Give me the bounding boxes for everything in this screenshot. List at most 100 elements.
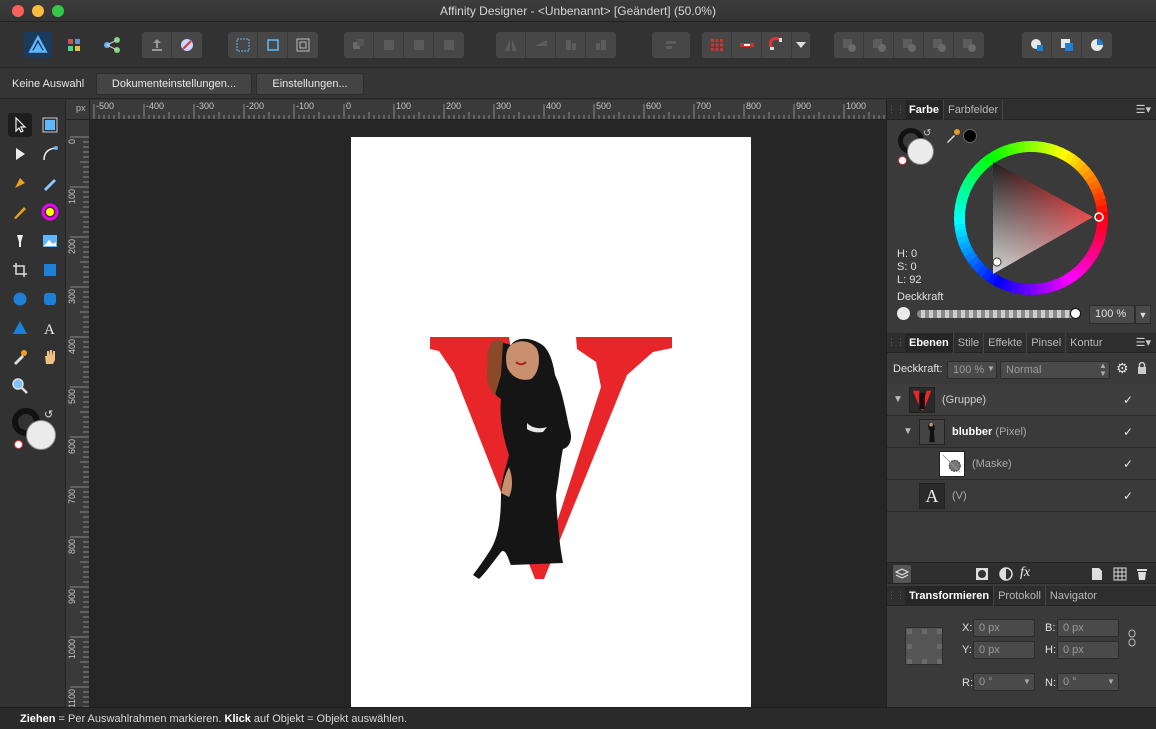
align-icon[interactable]	[652, 32, 690, 58]
xor-boolean-icon[interactable]	[924, 32, 954, 58]
opacity-slider-handle[interactable]	[1070, 308, 1081, 319]
expand-layer-icon[interactable]: ▼	[903, 426, 913, 437]
no-color-icon[interactable]	[14, 440, 23, 449]
expand-group-icon[interactable]: ▼	[893, 394, 903, 405]
fill-swatch[interactable]	[26, 420, 56, 450]
move-back-one-icon[interactable]	[374, 32, 404, 58]
pencil-tool-icon[interactable]	[38, 171, 62, 195]
artwork[interactable]	[351, 137, 751, 707]
add-pixel-layer-icon[interactable]	[1113, 567, 1127, 581]
designer-persona-icon[interactable]	[24, 32, 52, 58]
width-field[interactable]: 0 px	[1057, 619, 1119, 637]
blend-mode-select[interactable]: Normal	[1000, 361, 1110, 379]
divide-boolean-icon[interactable]	[954, 32, 984, 58]
opacity-dropdown-icon[interactable]: ▼	[1135, 305, 1151, 324]
visibility-checkbox[interactable]: ✓	[1123, 425, 1137, 439]
visibility-checkbox[interactable]: ✓	[1123, 457, 1137, 471]
layer-row-pixel[interactable]: ▼ blubber (Pixel) ✓	[887, 416, 1156, 448]
transparency-tool-icon[interactable]	[8, 229, 32, 253]
tab-transform[interactable]: Transformieren	[905, 585, 995, 606]
tab-swatches[interactable]: Farbfelder	[944, 99, 1004, 120]
artboard-page[interactable]	[351, 137, 751, 707]
unshare-button[interactable]	[172, 32, 202, 58]
insert-top-icon[interactable]	[1052, 32, 1082, 58]
move-tool-icon[interactable]	[8, 113, 32, 137]
color-panel-none-icon[interactable]	[898, 156, 907, 165]
insert-inside-icon[interactable]	[1082, 32, 1112, 58]
flip-horizontal-icon[interactable]	[496, 32, 526, 58]
rectangle-tool-icon[interactable]	[38, 258, 62, 282]
corner-tool-icon[interactable]	[38, 142, 62, 166]
opacity-value-field[interactable]: 100 %	[1089, 305, 1135, 324]
layer-opacity-dropdown-icon[interactable]: ▼	[987, 364, 995, 373]
tab-effects[interactable]: Effekte	[984, 332, 1028, 353]
triangle-tool-icon[interactable]	[8, 316, 32, 340]
layer-row-text[interactable]: A (V) ✓	[887, 480, 1156, 512]
rotation-dropdown-icon[interactable]: ▼	[1023, 677, 1031, 686]
link-proportions-icon[interactable]	[1127, 629, 1137, 647]
zoom-tool-icon[interactable]	[8, 374, 32, 398]
panel-menu-icon[interactable]: ☰▾	[1136, 103, 1151, 116]
visibility-checkbox[interactable]: ✓	[1123, 489, 1137, 503]
vector-brush-tool-icon[interactable]	[8, 200, 32, 224]
panel-grip-icon[interactable]: ⋮⋮	[887, 586, 905, 606]
move-to-front-icon[interactable]	[434, 32, 464, 58]
add-layer-icon[interactable]	[1091, 567, 1103, 581]
pixel-snap-icon[interactable]	[732, 32, 762, 58]
visibility-checkbox[interactable]: ✓	[1123, 393, 1137, 407]
snapping-dropdown-icon[interactable]	[792, 32, 810, 58]
layer-settings-gear-icon[interactable]: ⚙	[1116, 360, 1129, 377]
subtract-boolean-icon[interactable]	[864, 32, 894, 58]
move-forward-one-icon[interactable]	[404, 32, 434, 58]
layer-row-group[interactable]: ▼ (Gruppe) ✓	[887, 384, 1156, 416]
document-canvas[interactable]	[90, 120, 886, 707]
color-wheel[interactable]	[953, 140, 1109, 296]
rotate-right-icon[interactable]	[586, 32, 616, 58]
export-persona-icon[interactable]	[98, 32, 126, 58]
layer-lock-icon[interactable]	[1137, 361, 1147, 374]
opacity-slider[interactable]	[917, 310, 1079, 318]
add-fx-icon[interactable]: fx	[1020, 565, 1030, 581]
grid-icon[interactable]	[702, 32, 732, 58]
vertical-ruler[interactable]: 0 100 200 300 400 500 600 700 800 900 1000 1100	[66, 120, 90, 707]
node-tool-icon[interactable]	[8, 142, 32, 166]
artistic-text-tool-icon[interactable]: A	[38, 316, 62, 340]
snapping-magnet-icon[interactable]	[762, 32, 792, 58]
woman-photo-pixel-layer[interactable]	[473, 338, 571, 579]
flip-vertical-icon[interactable]	[526, 32, 556, 58]
view-tool-icon[interactable]	[38, 345, 62, 369]
horizontal-ruler[interactable]: -500 -400 -300 -200 -100 0 100 200 300 400 500 600 7…	[90, 100, 886, 120]
add-adjustment-icon[interactable]	[999, 567, 1013, 581]
height-field[interactable]: 0 px	[1057, 641, 1119, 659]
move-to-back-icon[interactable]	[344, 32, 374, 58]
panel-grip-icon[interactable]: ⋮⋮	[887, 100, 905, 120]
invert-selection-icon[interactable]	[288, 32, 318, 58]
anchor-point-selector[interactable]	[905, 627, 943, 665]
add-mask-icon[interactable]	[975, 567, 989, 581]
settings-button[interactable]: Einstellungen...	[256, 73, 364, 95]
y-field[interactable]: 0 px	[973, 641, 1035, 659]
swap-colors-icon[interactable]: ↺	[44, 408, 53, 421]
intersect-boolean-icon[interactable]	[894, 32, 924, 58]
tab-stroke[interactable]: Kontur	[1066, 333, 1106, 353]
color-panel-swap-icon[interactable]: ↺	[923, 128, 931, 139]
color-picker-tool-icon[interactable]	[8, 345, 32, 369]
tab-brushes[interactable]: Pinsel	[1027, 332, 1067, 353]
tab-layers[interactable]: Ebenen	[905, 332, 954, 353]
delete-layer-icon[interactable]	[1136, 567, 1148, 581]
layer-row-mask[interactable]: (Maske) ✓	[887, 448, 1156, 480]
ellipse-tool-icon[interactable]	[8, 287, 32, 311]
panel-grip-icon[interactable]: ⋮⋮	[887, 333, 905, 353]
select-all-icon[interactable]	[228, 32, 258, 58]
color-panel-fill-swatch[interactable]	[907, 138, 934, 165]
artboard-tool-icon[interactable]	[38, 113, 62, 137]
select-none-icon[interactable]	[258, 32, 288, 58]
panel-menu-icon[interactable]: ☰▾	[1136, 336, 1151, 349]
rounded-rectangle-tool-icon[interactable]	[38, 287, 62, 311]
add-boolean-icon[interactable]	[834, 32, 864, 58]
tab-styles[interactable]: Stile	[954, 332, 985, 353]
document-settings-button[interactable]: Dokumenteinstellungen...	[96, 73, 252, 95]
tab-history[interactable]: Protokoll	[994, 585, 1046, 606]
crop-tool-icon[interactable]	[8, 258, 32, 282]
blend-mode-stepper-icon[interactable]: ▲ ▼	[1099, 362, 1107, 378]
